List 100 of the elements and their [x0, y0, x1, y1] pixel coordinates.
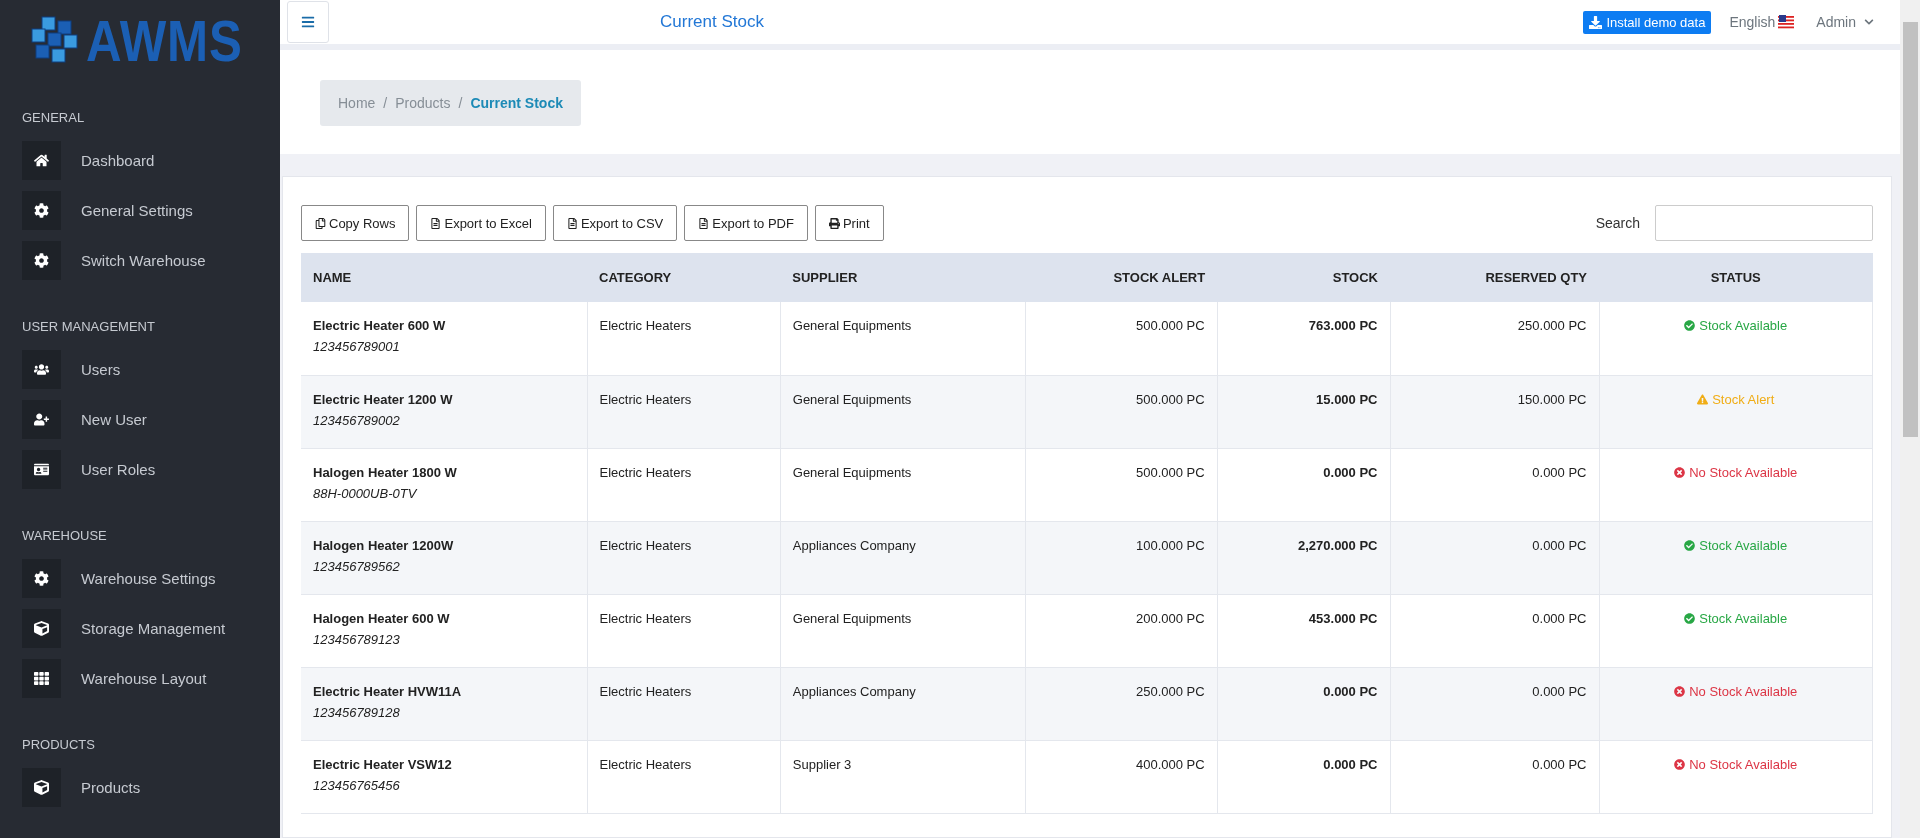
- product-name: Electric Heater HVW11A: [313, 683, 463, 699]
- sidebar-item[interactable]: User Roles: [0, 444, 280, 494]
- table-cell: Appliances Company: [792, 683, 916, 699]
- status-label: Stock Alert: [1697, 391, 1775, 407]
- table-cell: 763.000 PC: [1308, 318, 1378, 333]
- sidebar-item[interactable]: Dashboard: [0, 135, 280, 185]
- us-flag-icon: [1778, 14, 1795, 30]
- home-icon: [22, 140, 61, 180]
- menu-button[interactable]: [287, 1, 329, 43]
- sidebar-section-title: USER MANAGEMENT: [21, 319, 156, 334]
- product-sku: 123456789128: [313, 704, 401, 720]
- table-cell: 250.000 PC: [1135, 683, 1205, 699]
- column-header[interactable]: SUPPLIER: [780, 253, 1026, 302]
- search-field[interactable]: [1655, 205, 1873, 241]
- sidebar-item[interactable]: Warehouse Settings: [0, 553, 280, 603]
- cube-icon: [22, 767, 61, 807]
- scrollbar-thumb[interactable]: [1902, 22, 1918, 437]
- product-name: Halogen Heater 1200W: [313, 537, 455, 553]
- column-header[interactable]: STATUS: [1599, 253, 1873, 302]
- gear-icon: [22, 190, 61, 230]
- status-label: No Stock Available: [1674, 464, 1798, 480]
- user-plus-icon: [22, 399, 61, 439]
- sidebar-item[interactable]: Users: [0, 344, 280, 394]
- user-menu[interactable]: Admin: [1816, 14, 1874, 30]
- product-sku: 123456789123: [313, 631, 401, 647]
- export-button[interactable]: Export to PDF: [684, 205, 808, 241]
- scrollbar[interactable]: [1900, 0, 1920, 838]
- table-cell: 0.000 PC: [1323, 756, 1378, 772]
- table-cell: General Equipments: [792, 610, 912, 626]
- file-icon: [698, 217, 710, 229]
- export-button[interactable]: Copy Rows: [301, 205, 410, 241]
- product-name: Halogen Heater 600 W: [313, 610, 451, 626]
- sidebar-item[interactable]: General Settings: [0, 185, 280, 235]
- sidebar-item[interactable]: Storage Management: [0, 603, 280, 653]
- table-cell: 0.000 PC: [1532, 610, 1587, 626]
- table-cell: Electric Heaters: [599, 391, 692, 407]
- table-cell: 15.000 PC: [1316, 391, 1378, 407]
- table-cell: Electric Heaters: [599, 610, 692, 626]
- column-header[interactable]: CATEGORY: [587, 253, 781, 302]
- table-cell: Electric Heaters: [599, 537, 692, 553]
- table-cell: 200.000 PC: [1135, 610, 1205, 626]
- file-icon: [430, 217, 442, 229]
- product-name: Electric Heater VSW12: [313, 756, 453, 772]
- cube-icon: [22, 608, 61, 648]
- table-cell: General Equipments: [792, 318, 912, 333]
- table-cell: 250.000 PC: [1517, 318, 1587, 333]
- download-icon: [1589, 15, 1603, 29]
- users-icon: [22, 349, 61, 389]
- status-label: Stock Available: [1684, 537, 1788, 553]
- sidebar-section-title: GENERAL: [21, 110, 86, 125]
- language-selector[interactable]: English: [1729, 14, 1795, 30]
- column-header[interactable]: STOCK ALERT: [1025, 253, 1218, 302]
- table-cell: 453.000 PC: [1308, 610, 1378, 626]
- table-cell: General Equipments: [792, 464, 912, 480]
- table-cell: 500.000 PC: [1135, 391, 1205, 407]
- sidebar-item[interactable]: Products: [0, 762, 280, 812]
- status-label: No Stock Available: [1674, 756, 1798, 772]
- table-cell: 0.000 PC: [1323, 464, 1378, 480]
- sidebar-item[interactable]: New User: [0, 394, 280, 444]
- grid-icon: [22, 658, 61, 698]
- status-label: Stock Available: [1684, 610, 1788, 626]
- search-label: Search: [1595, 215, 1640, 231]
- sidebar-section-title: PRODUCTS: [21, 737, 96, 752]
- product-name: Electric Heater 600 W: [313, 318, 447, 333]
- breadcrumb-separator: /: [383, 95, 388, 111]
- sidebar-item[interactable]: Switch Warehouse: [0, 235, 280, 285]
- table-cell: 0.000 PC: [1532, 537, 1587, 553]
- table-cell: 400.000 PC: [1135, 756, 1205, 772]
- printer-icon: [828, 217, 840, 229]
- export-button[interactable]: Export to CSV: [552, 205, 678, 241]
- product-name: Electric Heater 1200 W: [313, 391, 454, 407]
- product-sku: 123456789002: [313, 412, 401, 428]
- table-cell: Electric Heaters: [599, 756, 692, 772]
- column-header[interactable]: RESERVED QTY: [1390, 253, 1599, 302]
- table-cell: Electric Heaters: [599, 318, 692, 333]
- export-button[interactable]: Export to Excel: [416, 205, 546, 241]
- sidebar-section-title: WAREHOUSE: [21, 528, 108, 543]
- column-header[interactable]: STOCK: [1217, 253, 1390, 302]
- breadcrumb-separator: /: [458, 95, 463, 111]
- install-demo-button[interactable]: Install demo data: [1583, 10, 1712, 34]
- menu-icon: [301, 15, 315, 29]
- sidebar-item[interactable]: Warehouse Layout: [0, 653, 280, 703]
- chevron-down-icon: [1864, 17, 1874, 27]
- table-cell: 150.000 PC: [1517, 391, 1587, 407]
- page-title: Current Stock: [660, 12, 764, 32]
- table-cell: 500.000 PC: [1135, 464, 1205, 480]
- table-cell: 0.000 PC: [1532, 464, 1587, 480]
- product-name: Halogen Heater 1800 W: [313, 464, 458, 480]
- product-sku: 88H-0000UB-0TV: [313, 485, 419, 501]
- table-cell: Electric Heaters: [599, 683, 692, 699]
- column-header[interactable]: NAME: [301, 253, 587, 302]
- id-card-icon: [22, 449, 61, 489]
- gear-icon: [22, 240, 61, 280]
- table-cell: 2,270.000 PC: [1298, 537, 1378, 553]
- table-cell: 100.000 PC: [1135, 537, 1205, 553]
- gear-icon: [22, 558, 61, 598]
- export-button[interactable]: Print: [814, 205, 884, 241]
- status-label: Stock Available: [1684, 318, 1788, 333]
- product-sku: 123456765456: [313, 777, 401, 793]
- table-cell: 0.000 PC: [1532, 683, 1587, 699]
